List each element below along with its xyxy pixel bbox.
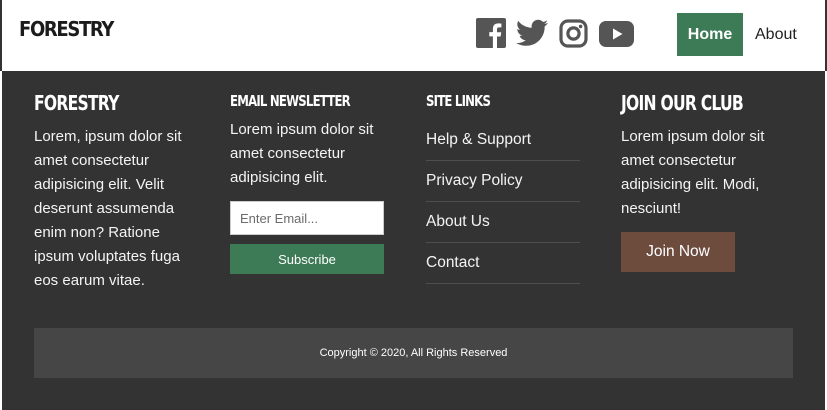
site-links-title: Site Links <box>426 92 491 110</box>
footer-about-text: Lorem, ipsum dolor sit amet consectetur … <box>34 128 182 289</box>
newsletter-text: Lorem ipsum dolor sit amet consectetur a… <box>230 121 374 186</box>
list-item: Help & Support <box>426 120 580 161</box>
footer-brand-title: FORESTRY <box>34 91 119 115</box>
club-text: Lorem ipsum dolor sit amet consectetur a… <box>621 128 765 217</box>
subscribe-button[interactable]: Subscribe <box>230 244 384 274</box>
help-support-link[interactable]: Help & Support <box>426 131 531 149</box>
youtube-icon[interactable] <box>599 21 634 52</box>
instagram-icon[interactable] <box>559 19 588 53</box>
nav-home-link[interactable]: Home <box>677 13 743 56</box>
site-links-column: Site Links <box>426 89 582 110</box>
privacy-policy-link[interactable]: Privacy Policy <box>426 172 522 190</box>
footer-about-column: FORESTRY Lorem, ipsum dolor sit amet con… <box>34 89 204 293</box>
join-now-button[interactable]: Join Now <box>621 232 735 272</box>
list-item: About Us <box>426 202 580 243</box>
email-field[interactable] <box>230 201 384 235</box>
list-item: Contact <box>426 243 580 284</box>
nav-about-link[interactable]: About <box>755 13 797 56</box>
site-links-list: Help & Support Privacy Policy About Us C… <box>426 120 580 284</box>
twitter-icon[interactable] <box>516 19 548 52</box>
brand-logo[interactable]: FORESTRY <box>19 17 114 41</box>
newsletter-column: Email Newsletter Lorem ipsum dolor sit a… <box>230 89 390 190</box>
copyright-bar: Copyright © 2020, All Rights Reserved <box>34 328 793 378</box>
about-us-link[interactable]: About Us <box>426 213 490 231</box>
newsletter-title: Email Newsletter <box>230 92 351 110</box>
facebook-icon[interactable] <box>476 18 506 53</box>
copyright-text: Copyright © 2020, All Rights Reserved <box>319 347 508 359</box>
site-header: FORESTRY Home About <box>0 0 827 71</box>
club-title: Join Our Club <box>621 91 744 115</box>
site-footer: FORESTRY Lorem, ipsum dolor sit amet con… <box>2 71 825 410</box>
club-column: Join Our Club Lorem ipsum dolor sit amet… <box>621 89 796 221</box>
contact-link[interactable]: Contact <box>426 254 479 272</box>
list-item: Privacy Policy <box>426 161 580 202</box>
